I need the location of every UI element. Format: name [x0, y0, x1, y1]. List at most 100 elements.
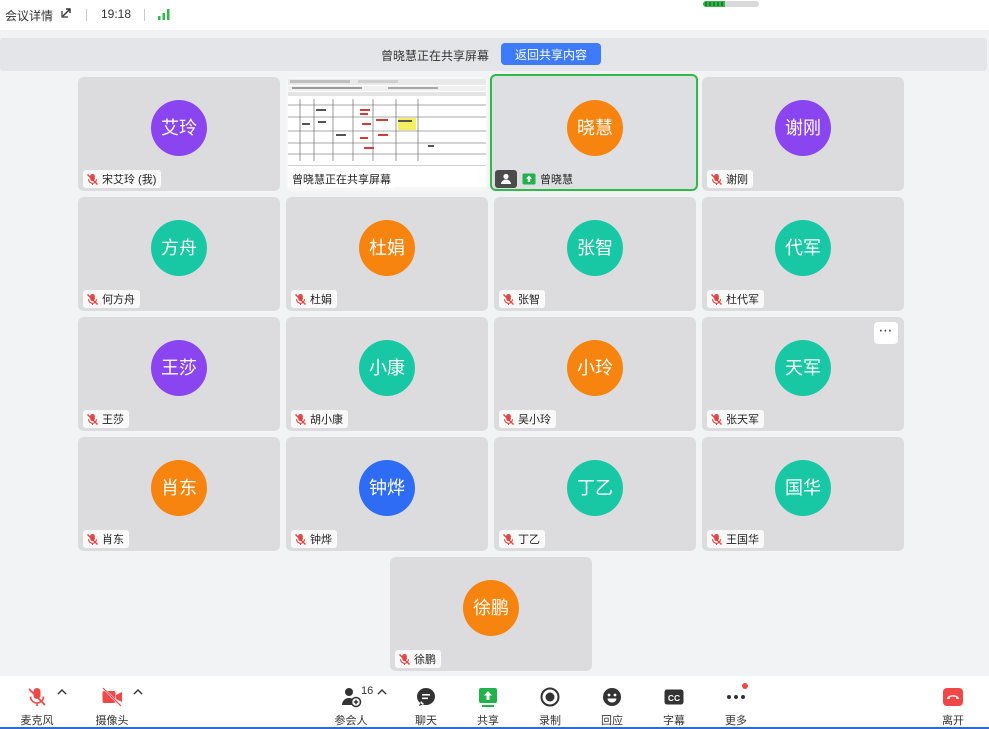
mic-muted-icon	[28, 688, 46, 706]
participant-tile[interactable]: 小康胡小康	[286, 317, 488, 431]
participant-name-tag: 肖东	[83, 530, 129, 548]
participant-tile[interactable]: 晓慧曾晓慧	[490, 74, 698, 191]
audio-level-stripes	[705, 2, 725, 6]
mic-muted-icon	[711, 173, 722, 185]
participant-name: 杜代军	[726, 294, 759, 306]
shared-screen-label-text: 曾晓慧正在共享屏幕	[292, 174, 391, 186]
participant-tile[interactable]: 钟烨 钟烨	[286, 437, 488, 551]
participants-options-chevron-icon[interactable]	[377, 688, 387, 696]
avatar: 小康	[359, 340, 415, 396]
share-label: 共享	[477, 715, 499, 727]
participant-tile[interactable]: 天军 张天军 ⋯	[702, 317, 904, 431]
participant-tile[interactable]: 艾玲 宋艾玲 (我)	[78, 77, 280, 191]
share-status-text: 曾晓慧正在共享屏幕	[381, 49, 490, 63]
participant-name: 丁乙	[518, 534, 540, 546]
participant-tile[interactable]: 代军杜代军	[702, 197, 904, 311]
participant-tile[interactable]: 小玲 吴小玲	[494, 317, 696, 431]
avatar: 谢刚	[775, 100, 831, 156]
participant-name: 胡小康	[310, 414, 343, 426]
captions-button[interactable]: CC 字幕	[649, 686, 699, 728]
avatar: 代军	[775, 220, 831, 276]
avatar: 方舟	[151, 220, 207, 276]
tile-more-options-icon[interactable]: ⋯	[874, 322, 898, 344]
avatar: 杜娟	[359, 220, 415, 276]
participant-name: 王国华	[726, 534, 759, 546]
participant-name-tag: 徐鹏	[395, 650, 441, 668]
leave-button[interactable]: 离开	[928, 686, 978, 728]
participant-name-tag: 杜代军	[707, 290, 764, 308]
participant-tile[interactable]: 肖东 肖东	[78, 437, 280, 551]
participant-count: 16	[361, 685, 374, 697]
share-screen-icon	[479, 688, 497, 707]
participant-name-tag: 张天军	[707, 410, 764, 428]
avatar: 晓慧	[567, 100, 623, 156]
meeting-details-link[interactable]: 会议详情	[5, 7, 53, 24]
participant-tile[interactable]: 丁乙 丁乙	[494, 437, 696, 551]
participant-name: 徐鹏	[414, 654, 436, 666]
screen-share-banner: 曾晓慧正在共享屏幕 返回共享内容	[0, 38, 987, 71]
avatar: 王莎	[151, 340, 207, 396]
mic-muted-icon	[399, 653, 410, 665]
react-button[interactable]: 回应	[587, 686, 637, 728]
participant-name: 曾晓慧	[540, 174, 573, 186]
participant-tile[interactable]: 王莎 王莎	[78, 317, 280, 431]
camera-off-icon	[102, 687, 122, 707]
participant-name-tag: 王莎	[83, 410, 129, 428]
mic-muted-icon	[711, 413, 722, 425]
more-label: 更多	[725, 715, 747, 727]
mic-muted-icon	[87, 293, 98, 305]
chat-button[interactable]: 聊天	[401, 686, 451, 728]
react-label: 回应	[601, 715, 623, 727]
participant-tile[interactable]: 杜娟 杜娟	[286, 197, 488, 311]
network-signal-icon[interactable]	[157, 8, 172, 23]
participant-name: 吴小玲	[518, 414, 551, 426]
participant-tile[interactable]: 国华王国华	[702, 437, 904, 551]
participant-tile[interactable]: 徐鹏 徐鹏	[390, 557, 592, 671]
participant-name: 何方舟	[102, 294, 135, 306]
mic-muted-icon	[295, 413, 306, 425]
notification-dot	[742, 683, 748, 689]
camera-button[interactable]: 摄像头	[87, 686, 137, 728]
avatar: 张智	[567, 220, 623, 276]
participants-icon	[342, 688, 362, 708]
mic-options-chevron-icon[interactable]	[57, 688, 67, 696]
more-icon	[727, 695, 745, 699]
shared-screen-thumbnail[interactable]: 曾晓慧正在共享屏幕	[286, 77, 488, 191]
sharing-icon	[522, 173, 536, 185]
record-icon	[540, 687, 560, 707]
avatar: 肖东	[151, 460, 207, 516]
shared-screen-label: 曾晓慧正在共享屏幕	[289, 170, 396, 188]
hang-up-icon	[943, 688, 963, 706]
emoji-icon	[603, 688, 621, 706]
mic-button[interactable]: 麦克风	[12, 686, 62, 728]
meeting-toolbar: 麦克风 摄像头 参会人 16 聊天 共享 录制 回应 CC 字幕 更多 离开	[0, 676, 989, 729]
record-button[interactable]: 录制	[525, 686, 575, 728]
mic-muted-icon	[295, 293, 306, 305]
avatar: 钟烨	[359, 460, 415, 516]
camera-options-chevron-icon[interactable]	[133, 688, 143, 696]
leave-label: 离开	[942, 715, 964, 727]
title-bar: 会议详情 19:18	[0, 0, 989, 30]
avatar: 徐鹏	[463, 580, 519, 636]
copy-icon[interactable]	[60, 5, 74, 22]
avatar: 国华	[775, 460, 831, 516]
mic-muted-icon	[295, 533, 306, 545]
participant-tile[interactable]: 方舟何方舟	[78, 197, 280, 311]
participant-name-tag: 钟烨	[291, 530, 337, 548]
more-button[interactable]: 更多	[711, 686, 761, 728]
record-label: 录制	[539, 715, 561, 727]
mic-muted-icon	[87, 533, 98, 545]
participant-tile[interactable]: 张智 张智	[494, 197, 696, 311]
participant-name-tag: 何方舟	[83, 290, 140, 308]
captions-icon-text: CC	[668, 693, 680, 703]
participant-name-tag: 杜娟	[291, 290, 337, 308]
mic-muted-icon	[87, 173, 98, 185]
captions-label: 字幕	[663, 715, 685, 727]
share-button[interactable]: 共享	[463, 686, 513, 728]
avatar: 丁乙	[567, 460, 623, 516]
return-to-share-button[interactable]: 返回共享内容	[501, 43, 601, 65]
participant-name: 谢刚	[726, 174, 748, 186]
mic-muted-icon	[711, 293, 722, 305]
participant-tile[interactable]: 谢刚 谢刚	[702, 77, 904, 191]
chat-icon	[417, 688, 436, 706]
